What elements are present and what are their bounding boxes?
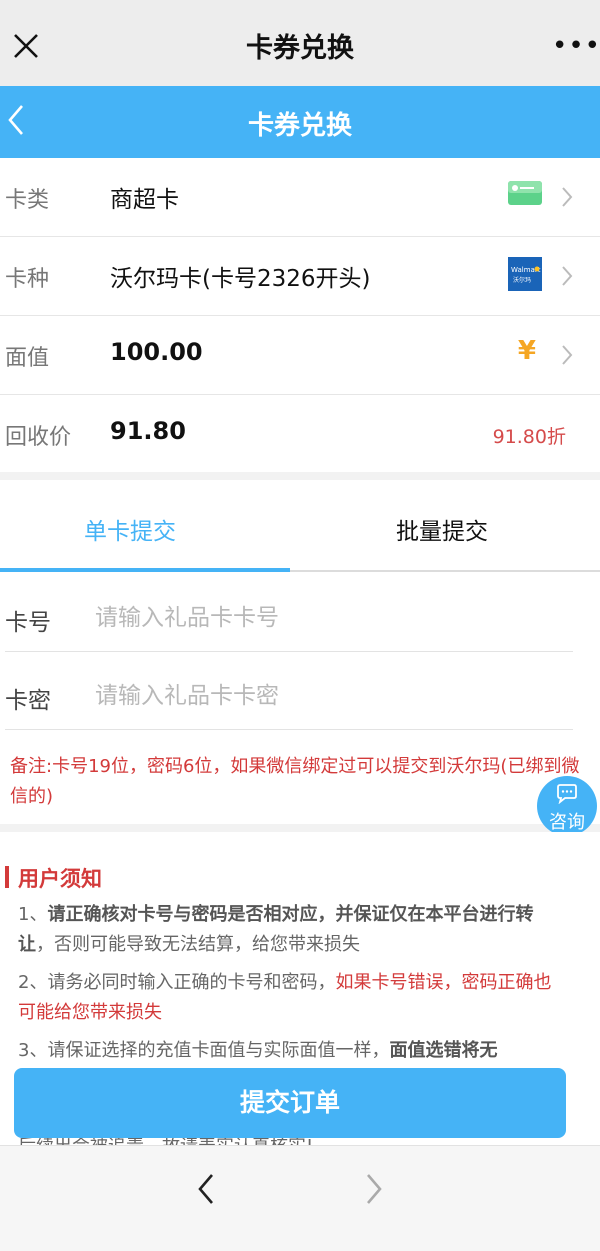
face-value-amount: 100.00 [110, 338, 203, 366]
card-number-input[interactable] [93, 597, 557, 639]
recycle-price-row: 回收价 91.80 91.80折 [0, 395, 600, 473]
chevron-right-icon [562, 266, 573, 286]
notice-title: 用户须知 [18, 867, 102, 891]
card-type-row[interactable]: 卡类 商超卡 [0, 158, 600, 237]
card-password-field: 卡密 [5, 653, 573, 730]
submit-mode-tabs: 单卡提交 批量提交 [0, 480, 600, 572]
face-value-label: 面值 [5, 346, 50, 371]
card-kind-value: 沃尔玛卡(卡号2326开头) [110, 266, 371, 292]
notice-item-1: 1、请正确核对卡号与密码是否相对应，并保证仅在本平台进行转让，否则可能导致无法结… [18, 904, 534, 955]
card-thumbnail-icon [508, 181, 542, 205]
recycle-price-label: 回收价 [5, 425, 72, 450]
wechat-title: 卡券兑换 [246, 33, 354, 64]
card-form: 卡号 卡密 备注:卡号19位，密码6位，如果微信绑定过可以提交到沃尔玛(已绑到微… [0, 572, 600, 824]
face-value-row[interactable]: 面值 100.00 ¥ [0, 316, 600, 395]
card-kind-row[interactable]: 卡种 沃尔玛卡(卡号2326开头) Walmart 沃尔玛 [0, 237, 600, 316]
yuan-icon: ¥ [517, 336, 536, 366]
consult-button[interactable]: 咨询 [537, 776, 597, 836]
consult-label: 咨询 [549, 812, 585, 833]
browser-back-icon[interactable] [196, 1172, 216, 1206]
card-info-panel: 卡类 商超卡 卡种 沃尔玛卡(卡号2326开头) Walmart 沃尔玛 面值 … [0, 158, 600, 472]
card-kind-label: 卡种 [5, 267, 50, 292]
card-type-value: 商超卡 [110, 187, 179, 213]
wechat-top-bar: 卡券兑换 ••• [0, 0, 600, 86]
browser-bottom-bar [0, 1145, 600, 1251]
walmart-logo-subtext: 沃尔玛 [513, 276, 531, 284]
recycle-price-amount: 91.80 [110, 417, 186, 445]
tab-batch[interactable]: 批量提交 [396, 512, 488, 546]
form-note: 备注:卡号19位，密码6位，如果微信绑定过可以提交到沃尔玛(已绑到微信的) [10, 756, 580, 807]
more-icon[interactable]: ••• [552, 30, 600, 62]
card-password-label: 卡密 [5, 688, 51, 714]
card-type-label: 卡类 [5, 188, 50, 213]
submit-order-button[interactable]: 提交订单 [14, 1068, 566, 1138]
notice-item-2: 2、请务必同时输入正确的卡号和密码，如果卡号错误，密码正确也可能给您带来损失 [18, 972, 552, 1023]
chevron-right-icon [562, 187, 573, 207]
card-password-input[interactable] [93, 675, 557, 717]
card-number-label: 卡号 [5, 610, 51, 636]
page-title: 卡券兑换 [247, 111, 352, 141]
card-number-field: 卡号 [5, 575, 573, 652]
notice-title-bar [5, 866, 9, 888]
nav-bar: 卡券兑换 [0, 86, 600, 158]
tab-single-card[interactable]: 单卡提交 [84, 512, 176, 546]
notice-item-3: 3、请保证选择的充值卡面值与实际面值一样，面值选错将无 [18, 1040, 498, 1061]
chat-bubble-icon [557, 784, 577, 804]
chevron-right-icon [562, 345, 573, 365]
walmart-logo-icon: Walmart 沃尔玛 [508, 257, 542, 291]
browser-forward-icon[interactable] [364, 1172, 384, 1206]
discount-rate: 91.80折 [492, 426, 566, 448]
